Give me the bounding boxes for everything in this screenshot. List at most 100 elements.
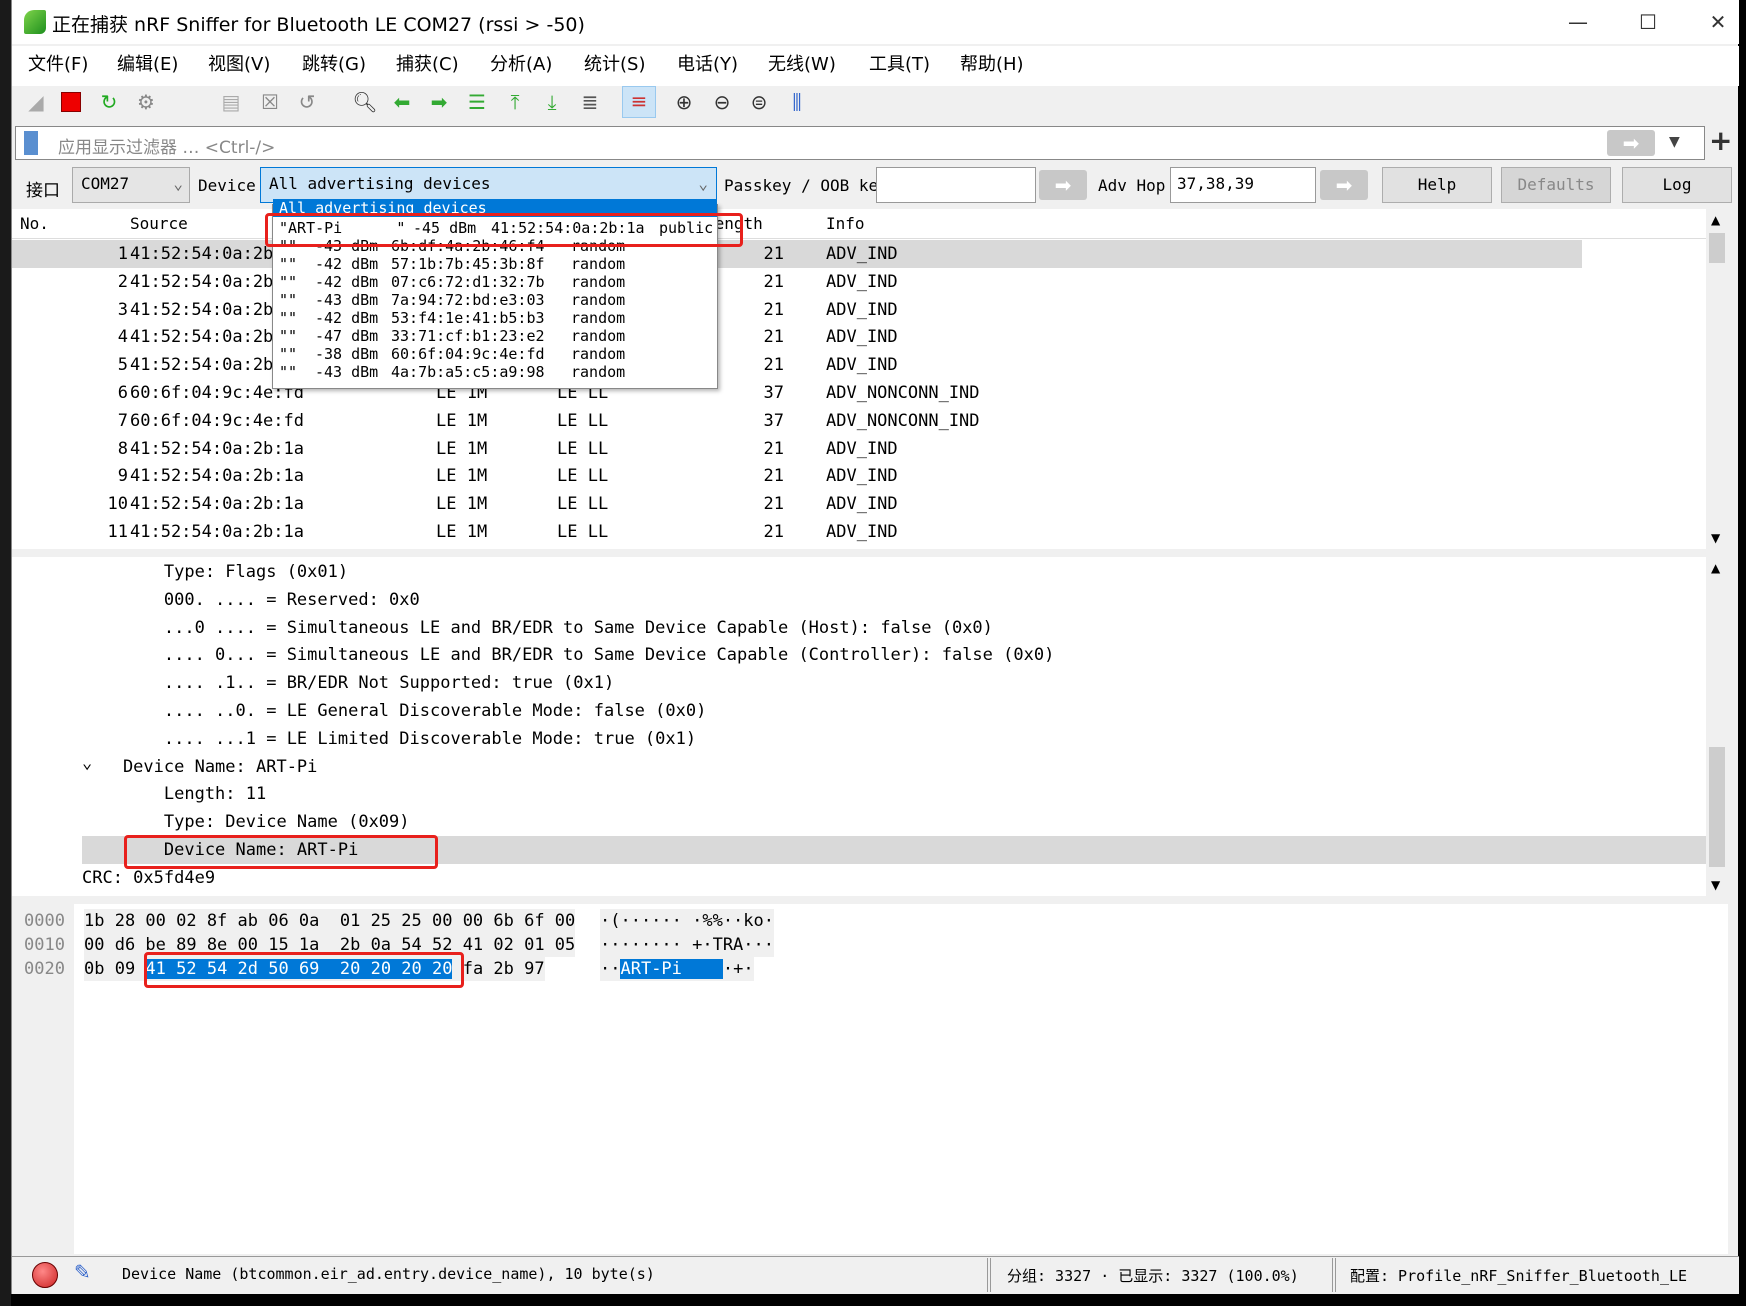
first-packet-icon[interactable]: ⤒: [501, 88, 529, 116]
device-select[interactable]: All advertising devices ⌄: [260, 167, 717, 203]
menu-analyze[interactable]: 分析(A): [490, 50, 552, 76]
packet-row[interactable]: 11 41:52:54:0a:2b:1a LE 1M LE LL 21 ADV_IND: [12, 518, 1582, 546]
packet-row[interactable]: 9 41:52:54:0a:2b:1a LE 1M LE LL 21 ADV_IND: [12, 462, 1582, 490]
expert-info-icon[interactable]: [32, 1262, 58, 1288]
status-divider[interactable]: [1332, 1258, 1336, 1292]
device-option-type: random: [571, 363, 626, 381]
apply-filter-button[interactable]: ➡: [1607, 130, 1655, 156]
packet-source: 41:52:54:0a:2b:1a: [130, 438, 304, 459]
adv-hop-input[interactable]: 37,38,39: [1170, 167, 1316, 203]
packet-protocol: LE LL: [557, 466, 609, 487]
menu-capture[interactable]: 捕获(C): [396, 50, 459, 76]
bookmark-icon[interactable]: [24, 131, 38, 155]
packet-number: 8: [117, 438, 128, 459]
start-capture-icon[interactable]: ◢: [22, 88, 50, 116]
column-no[interactable]: No.: [20, 209, 49, 239]
packet-list-scrollbar[interactable]: ▲ ▼: [1706, 209, 1728, 549]
hex-ascii[interactable]: ········ +·TRA···: [600, 933, 774, 957]
colorize-icon[interactable]: ≡: [622, 86, 656, 118]
profile-text[interactable]: 配置: Profile_nRF_Sniffer_Bluetooth_LE: [1350, 1265, 1687, 1286]
zoom-normal-icon[interactable]: ⊜: [745, 88, 773, 116]
passkey-apply-button[interactable]: ➡: [1039, 170, 1087, 200]
packet-protocol: LE LL: [557, 410, 609, 431]
save-file-icon[interactable]: ▤: [217, 88, 245, 116]
go-back-icon[interactable]: ⬅: [388, 88, 416, 116]
packet-row[interactable]: 6 60:6f:04:9c:4e:fd LE 1M LE LL 37 ADV_NONCON…: [12, 379, 1582, 407]
capture-comment-icon[interactable]: ✎: [74, 1260, 91, 1284]
details-scrollbar[interactable]: ▲ ▼: [1706, 557, 1728, 896]
menu-telephony[interactable]: 电话(Y): [677, 50, 738, 76]
passkey-input[interactable]: [876, 167, 1036, 203]
device-option-rssi: -43 dBm: [315, 291, 379, 309]
packet-row[interactable]: 241:52:54:0a:2b:1aLE 1MLE LL21ADV_IND: [12, 268, 1582, 296]
menu-file[interactable]: 文件(F): [28, 50, 88, 76]
hex-bytes[interactable]: 1b 28 00 02 8f ab 06 0a 01 25 25 00 00 6…: [84, 909, 576, 933]
device-option-rssi: -47 dBm: [315, 327, 379, 345]
adv-hop-apply-button[interactable]: ➡: [1320, 170, 1368, 200]
hex-offset: 0010: [24, 935, 65, 955]
packet-length: 21: [763, 438, 784, 459]
menu-go[interactable]: 跳转(G): [302, 50, 366, 76]
detail-tree-item[interactable]: .... ...1 = LE Limited Discoverable Mode…: [82, 725, 1722, 753]
log-button[interactable]: Log: [1622, 167, 1732, 203]
defaults-button[interactable]: Defaults: [1501, 167, 1611, 203]
packet-row[interactable]: 8 41:52:54:0a:2b:1a LE 1M LE LL 21 ADV_IND: [12, 435, 1582, 463]
device-option-type: random: [571, 273, 626, 291]
field-info-text: Device Name (btcommon.eir_ad.entry.devic…: [122, 1265, 655, 1283]
packet-info: ADV_IND: [826, 244, 898, 264]
interface-select[interactable]: COM27 ⌄: [72, 167, 190, 203]
detail-tree-item[interactable]: Type: Device Name (0x09): [82, 808, 1722, 836]
packet-row[interactable]: 7 60:6f:04:9c:4e:fd LE 1M LE LL 37 ADV_NONCON…: [12, 407, 1582, 435]
minimize-button[interactable]: —: [1558, 6, 1598, 38]
restart-capture-icon[interactable]: ↻: [95, 88, 123, 116]
maximize-button[interactable]: ☐: [1628, 6, 1668, 38]
help-button[interactable]: Help: [1382, 167, 1492, 203]
detail-tree-item[interactable]: ⌄ Device Name: ART-Pi: [82, 753, 1722, 781]
zoom-in-icon[interactable]: ⊕: [670, 88, 698, 116]
detail-tree-item[interactable]: .... 0... = Simultaneous LE and BR/EDR t…: [82, 641, 1722, 669]
menu-edit[interactable]: 编辑(E): [117, 50, 178, 76]
capture-options-icon[interactable]: ⚙: [132, 88, 160, 116]
autoscroll-icon[interactable]: ≣: [576, 88, 604, 116]
menu-help[interactable]: 帮助(H): [960, 50, 1024, 76]
status-divider[interactable]: [987, 1258, 991, 1292]
packet-row[interactable]: 541:52:54:0a:2b:1aLE 1MLE LL21ADV_IND: [12, 351, 1582, 379]
packet-row[interactable]: 141:52:54:0a:2b:1aLE 1MLE LL21ADV_IND: [12, 240, 1582, 268]
expand-chevron-icon[interactable]: ⌄: [82, 749, 92, 777]
detail-tree-item[interactable]: 000. .... = Reserved: 0x0: [82, 586, 1722, 614]
close-file-icon[interactable]: ☒: [256, 88, 284, 116]
detail-tree-item[interactable]: .... ..0. = LE General Discoverable Mode…: [82, 697, 1722, 725]
menu-wireless[interactable]: 无线(W): [768, 50, 836, 76]
add-filter-button[interactable]: +: [1709, 124, 1732, 157]
reload-file-icon[interactable]: ↺: [293, 88, 321, 116]
packet-length: 37: [763, 410, 784, 431]
zoom-out-icon[interactable]: ⊖: [708, 88, 736, 116]
column-info[interactable]: Info: [826, 209, 865, 239]
detail-tree-item[interactable]: Length: 11: [82, 780, 1722, 808]
last-packet-icon[interactable]: ⤓: [538, 88, 566, 116]
hex-ascii[interactable]: ·(······ ·%%··ko·: [600, 909, 774, 933]
detail-tree-item[interactable]: .... .1.. = BR/EDR Not Supported: true (…: [82, 669, 1722, 697]
detail-tree-item[interactable]: ...0 .... = Simultaneous LE and BR/EDR t…: [82, 614, 1722, 642]
close-button[interactable]: ✕: [1698, 6, 1738, 38]
passkey-label: Passkey / OOB key: [724, 176, 888, 195]
display-filter-input[interactable]: 应用显示过滤器 … <Ctrl-/>: [58, 133, 275, 158]
packet-row[interactable]: 10 41:52:54:0a:2b:1a LE 1M LE LL 21 ADV_IND: [12, 490, 1582, 518]
go-to-packet-icon[interactable]: ☰: [463, 88, 491, 116]
column-source[interactable]: Source: [130, 209, 188, 239]
menu-statistics[interactable]: 统计(S): [584, 50, 645, 76]
find-packet-icon[interactable]: 🔍︎: [351, 88, 379, 116]
filter-history-dropdown[interactable]: ▼: [1669, 134, 1680, 150]
stop-capture-icon[interactable]: [61, 92, 81, 112]
hex-ascii[interactable]: ··ART-Pi ·+·: [600, 957, 754, 981]
go-forward-icon[interactable]: ➡: [425, 88, 453, 116]
resize-columns-icon[interactable]: ⫼: [783, 88, 811, 116]
adv-hop-label: Adv Hop: [1098, 176, 1166, 195]
menu-view[interactable]: 视图(V): [208, 50, 270, 76]
packet-info: ADV_IND: [826, 438, 898, 459]
packet-length: 21: [763, 271, 784, 292]
detail-tree-item[interactable]: Type: Flags (0x01): [82, 558, 1722, 586]
packet-row[interactable]: 441:52:54:0a:2b:1aLE 1MLE LL21ADV_IND: [12, 323, 1582, 351]
menu-tools[interactable]: 工具(T): [869, 50, 930, 76]
packet-row[interactable]: 341:52:54:0a:2b:1aLE 1MLE LL21ADV_IND: [12, 296, 1582, 324]
